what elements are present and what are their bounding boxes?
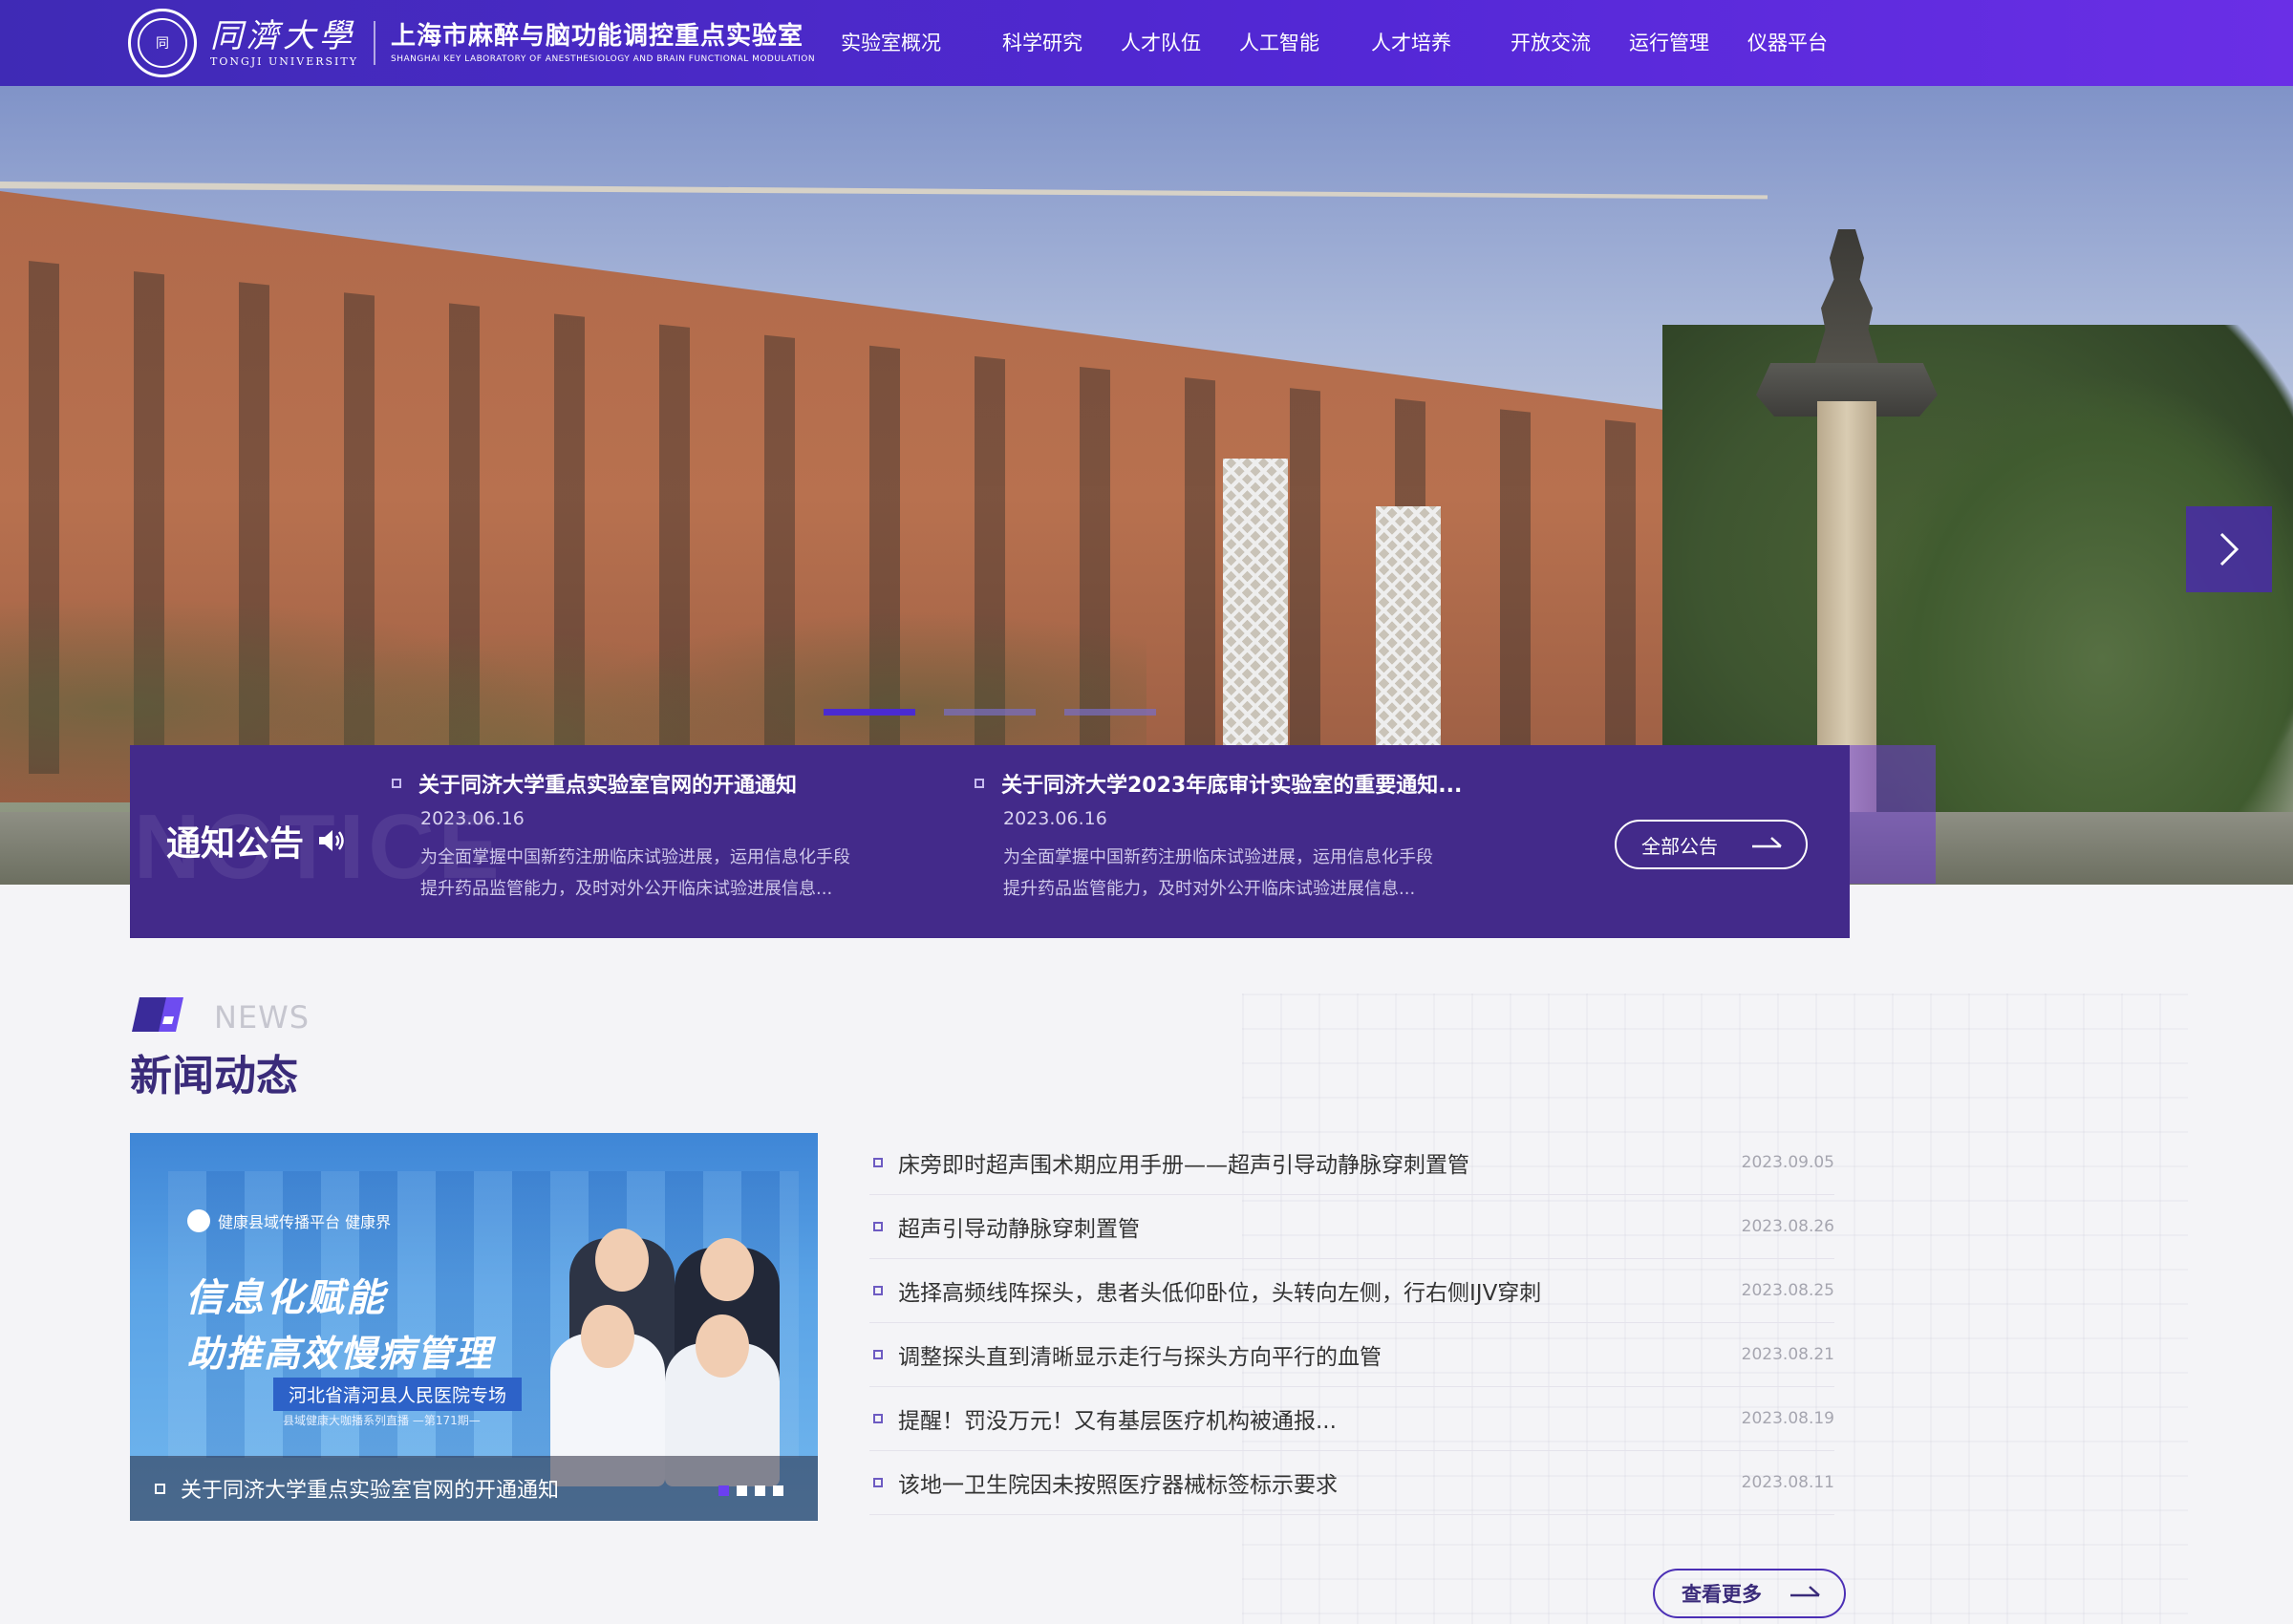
view-more-label: 查看更多 bbox=[1682, 1583, 1762, 1606]
view-more-news-button[interactable]: 查看更多 bbox=[1653, 1569, 1846, 1618]
news-list-item[interactable]: 选择高频线阵探头，患者头低仰卧位，头转向左侧，行右侧IJV穿刺 2023.08.… bbox=[869, 1259, 1834, 1323]
logo-divider bbox=[374, 21, 375, 65]
news-list-item[interactable]: 该地一卫生院因未按照医疗器械标签标示要求 2023.08.11 bbox=[869, 1451, 1834, 1515]
notice-item-summary: 为全面掌握中国新药注册临床试验进展，运用信息化手段 提升药品监管能力，及时对外公… bbox=[1003, 841, 1510, 904]
university-name-cn: 同濟大學 bbox=[210, 17, 355, 55]
notice-bar: NOTICE 通知公告 关于同济大学重点实验室官网的开通通知 2023.06.1… bbox=[130, 745, 1850, 938]
news-item-date: 2023.08.19 bbox=[1741, 1409, 1834, 1428]
news-item-title[interactable]: 调整探头直到清晰显示走行与探头方向平行的血管 bbox=[898, 1338, 1729, 1371]
bullet-square-icon bbox=[873, 1350, 883, 1359]
hero-dot[interactable] bbox=[1064, 709, 1156, 716]
lab-name: 上海市麻醉与脑功能调控重点实验室 SHANGHAI KEY LABORATORY… bbox=[391, 20, 815, 66]
bullet-square-icon bbox=[155, 1483, 165, 1494]
hero-lattice-wall bbox=[1223, 459, 1288, 774]
feature-pagination bbox=[718, 1485, 783, 1496]
nav-item-instruments[interactable]: 仪器平台 bbox=[1728, 0, 1847, 86]
news-item-date: 2023.09.05 bbox=[1741, 1153, 1834, 1172]
bullet-square-icon bbox=[392, 779, 401, 788]
nav-item-research[interactable]: 科学研究 bbox=[960, 0, 1102, 86]
notice-item-title[interactable]: 关于同济大学2023年底审计实验室的重要通知... bbox=[1001, 768, 1462, 799]
news-section-title: 新闻动态 bbox=[130, 1052, 298, 1100]
news-item-date: 2023.08.21 bbox=[1741, 1345, 1834, 1364]
notice-item-summary-line: 提升药品监管能力，及时对外公开临床试验进展信息... bbox=[420, 879, 833, 899]
university-seal-icon: 同 bbox=[128, 9, 197, 77]
nav-item-team[interactable]: 人才队伍 bbox=[1102, 0, 1220, 86]
feature-tag: 河北省清河县人民医院专场 bbox=[273, 1378, 523, 1411]
nav-item-operations[interactable]: 运行管理 bbox=[1610, 0, 1728, 86]
notice-item-summary-line: 为全面掌握中国新药注册临床试验进展，运用信息化手段 bbox=[420, 847, 850, 867]
feature-brand-text: 健康县域传播平台 健康界 bbox=[218, 1213, 392, 1231]
news-item-date: 2023.08.11 bbox=[1741, 1473, 1834, 1492]
notice-item-date: 2023.06.16 bbox=[1003, 808, 1107, 829]
news-list-item[interactable]: 床旁即时超声围术期应用手册——超声引导动静脉穿刺置管 2023.09.05 bbox=[869, 1131, 1834, 1195]
news-item-title[interactable]: 选择高频线阵探头，患者头低仰卧位，头转向左侧，行右侧IJV穿刺 bbox=[898, 1274, 1729, 1307]
bullet-square-icon bbox=[873, 1158, 883, 1167]
all-notices-button[interactable]: 全部公告 bbox=[1615, 820, 1808, 869]
site-header: 同 同濟大學 TONGJI UNIVERSITY 上海市麻醉与脑功能调控重点实验… bbox=[0, 0, 2293, 86]
university-name-en: TONGJI UNIVERSITY bbox=[210, 55, 358, 68]
feature-caption-text[interactable]: 关于同济大学重点实验室官网的开通通知 bbox=[181, 1473, 559, 1504]
hero-dot[interactable] bbox=[944, 709, 1036, 716]
news-list-item[interactable]: 提醒！罚没万元！又有基层医疗机构被通报... 2023.08.19 bbox=[869, 1387, 1834, 1451]
university-name: 同濟大學 TONGJI UNIVERSITY bbox=[210, 17, 358, 69]
hero-dot[interactable] bbox=[824, 709, 915, 716]
notice-item-date: 2023.06.16 bbox=[420, 808, 525, 829]
feature-headline-2: 助推高效慢病管理 bbox=[187, 1333, 494, 1375]
feature-caption[interactable]: 关于同济大学重点实验室官网的开通通知 bbox=[130, 1456, 818, 1521]
news-list-item[interactable]: 调整探头直到清晰显示走行与探头方向平行的血管 2023.08.21 bbox=[869, 1323, 1834, 1387]
main-nav: 实验室概况 科学研究 人才队伍 人工智能 人才培养 开放交流 运行管理 仪器平台 bbox=[822, 0, 1847, 86]
news-item-date: 2023.08.26 bbox=[1741, 1217, 1834, 1236]
notice-item[interactable]: 关于同济大学重点实验室官网的开通通知 2023.06.16 为全面掌握中国新药注… bbox=[392, 768, 927, 904]
news-item-date: 2023.08.25 bbox=[1741, 1281, 1834, 1300]
news-item-title[interactable]: 该地一卫生院因未按照医疗器械标签标示要求 bbox=[898, 1466, 1729, 1499]
hero-building-roof bbox=[0, 182, 1768, 200]
news-feature-carousel[interactable]: 健康县域传播平台 健康界 信息化赋能 助推高效慢病管理 河北省清河县人民医院专场… bbox=[130, 1133, 818, 1521]
notice-item-title[interactable]: 关于同济大学重点实验室官网的开通通知 bbox=[418, 768, 797, 799]
news-section-en: NEWS bbox=[214, 999, 311, 1036]
site-logo[interactable]: 同 同濟大學 TONGJI UNIVERSITY 上海市麻醉与脑功能调控重点实验… bbox=[128, 9, 815, 77]
feature-headline: 信息化赋能 bbox=[185, 1276, 386, 1320]
feature-dot[interactable] bbox=[718, 1485, 729, 1496]
bullet-square-icon bbox=[873, 1414, 883, 1423]
bullet-square-icon bbox=[975, 779, 984, 788]
bullet-square-icon bbox=[873, 1222, 883, 1231]
feature-dot[interactable] bbox=[773, 1485, 783, 1496]
lab-name-en: SHANGHAI KEY LABORATORY OF ANESTHESIOLOG… bbox=[391, 54, 816, 64]
arrow-right-icon bbox=[1752, 837, 1782, 848]
hero-lattice-wall bbox=[1376, 506, 1441, 783]
feature-brand: 健康县域传播平台 健康界 bbox=[187, 1209, 391, 1232]
notice-item[interactable]: 关于同济大学2023年底审计实验室的重要通知... 2023.06.16 为全面… bbox=[975, 768, 1510, 904]
notice-item-summary-line: 提升药品监管能力，及时对外公开临床试验进展信息... bbox=[1003, 879, 1416, 899]
news-list: 床旁即时超声围术期应用手册——超声引导动静脉穿刺置管 2023.09.05 超声… bbox=[869, 1131, 1834, 1515]
hero-pagination bbox=[824, 709, 1156, 716]
bullet-square-icon bbox=[873, 1286, 883, 1295]
bullet-square-icon bbox=[873, 1478, 883, 1487]
brand-logo-icon bbox=[187, 1209, 210, 1232]
feature-subtitle: 县域健康大咖播系列直播 —第171期— bbox=[283, 1414, 481, 1427]
notice-item-summary: 为全面掌握中国新药注册临床试验进展，运用信息化手段 提升药品监管能力，及时对外公… bbox=[420, 841, 927, 904]
hero-next-button[interactable] bbox=[2186, 506, 2272, 592]
news-item-title[interactable]: 床旁即时超声围术期应用手册——超声引导动静脉穿刺置管 bbox=[898, 1146, 1729, 1179]
lab-name-cn: 上海市麻醉与脑功能调控重点实验室 bbox=[391, 22, 804, 51]
nav-item-overview[interactable]: 实验室概况 bbox=[822, 0, 960, 86]
news-list-item[interactable]: 超声引导动静脉穿刺置管 2023.08.26 bbox=[869, 1195, 1834, 1259]
notice-item-summary-line: 为全面掌握中国新药注册临床试验进展，运用信息化手段 bbox=[1003, 847, 1433, 867]
notice-accent-block bbox=[1850, 745, 1936, 884]
speaker-icon bbox=[319, 830, 344, 851]
news-item-title[interactable]: 提醒！罚没万元！又有基层医疗机构被通报... bbox=[898, 1402, 1729, 1435]
feature-dot[interactable] bbox=[755, 1485, 765, 1496]
news-item-title[interactable]: 超声引导动静脉穿刺置管 bbox=[898, 1210, 1729, 1243]
arrow-right-icon bbox=[1790, 1586, 1820, 1597]
nav-item-ai[interactable]: 人工智能 bbox=[1220, 0, 1339, 86]
nav-item-exchange[interactable]: 开放交流 bbox=[1470, 0, 1610, 86]
news-section-icon bbox=[132, 997, 183, 1032]
chevron-right-icon bbox=[2219, 532, 2239, 566]
notice-title: 通知公告 bbox=[166, 816, 346, 865]
notice-title-text: 通知公告 bbox=[166, 824, 305, 864]
all-notices-label: 全部公告 bbox=[1641, 834, 1718, 858]
nav-item-training[interactable]: 人才培养 bbox=[1339, 0, 1470, 86]
feature-people-image bbox=[531, 1171, 818, 1486]
feature-dot[interactable] bbox=[737, 1485, 747, 1496]
